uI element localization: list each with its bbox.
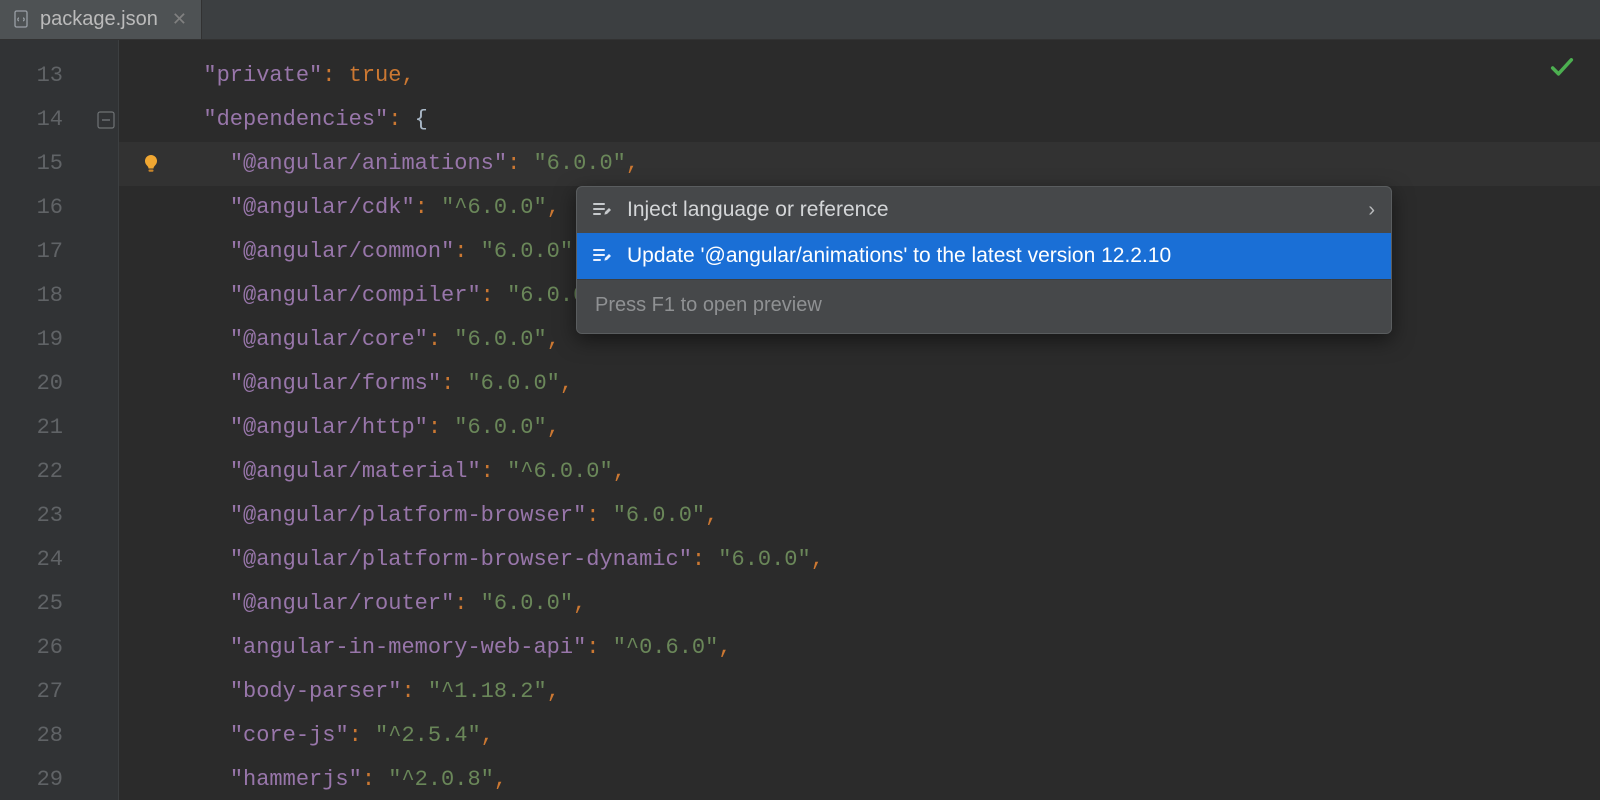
edit-intent-icon [591, 245, 613, 267]
line-number-gutter: 1314151617181920212223242526272829 [0, 40, 95, 800]
code-line[interactable]: "@angular/forms": "6.0.0", [119, 362, 1600, 406]
chevron-right-icon: › [1368, 199, 1375, 222]
line-number: 16 [0, 186, 95, 230]
code-line[interactable]: "core-js": "^2.5.4", [119, 714, 1600, 758]
code-line[interactable]: "hammerjs": "^2.0.8", [119, 758, 1600, 800]
code-line[interactable]: "@angular/animations": "6.0.0", [119, 142, 1600, 186]
code-line[interactable]: "@angular/material": "^6.0.0", [119, 450, 1600, 494]
line-number: 29 [0, 758, 95, 800]
intention-item-label: Update '@angular/animations' to the late… [627, 244, 1171, 268]
intention-popup: Inject language or reference › Update '@an… [576, 186, 1392, 334]
line-number: 23 [0, 494, 95, 538]
tab-filename: package.json [40, 8, 158, 31]
intention-bulb-icon[interactable] [139, 152, 163, 176]
fold-strip [95, 40, 119, 800]
code-line[interactable]: "@angular/router": "6.0.0", [119, 582, 1600, 626]
line-number: 22 [0, 450, 95, 494]
code-area[interactable]: "private": true, "dependencies": { "@ang… [119, 40, 1600, 800]
code-line[interactable]: "angular-in-memory-web-api": "^0.6.0", [119, 626, 1600, 670]
close-icon[interactable]: ✕ [172, 9, 187, 30]
editor: 1314151617181920212223242526272829 "priv… [0, 40, 1600, 800]
code-line[interactable]: "@angular/http": "6.0.0", [119, 406, 1600, 450]
intention-item[interactable]: Inject language or reference › [577, 187, 1391, 233]
code-line[interactable]: "@angular/platform-browser-dynamic": "6.… [119, 538, 1600, 582]
intention-item[interactable]: Update '@angular/animations' to the late… [577, 233, 1391, 279]
line-number: 17 [0, 230, 95, 274]
intention-item-label: Inject language or reference [627, 198, 889, 222]
line-number: 21 [0, 406, 95, 450]
line-number: 14 [0, 98, 95, 142]
line-number: 25 [0, 582, 95, 626]
line-number: 28 [0, 714, 95, 758]
edit-intent-icon [591, 199, 613, 221]
line-number: 24 [0, 538, 95, 582]
line-number: 13 [0, 54, 95, 98]
line-number: 20 [0, 362, 95, 406]
line-number: 15 [0, 142, 95, 186]
editor-tab[interactable]: package.json ✕ [0, 0, 202, 39]
code-line[interactable]: "dependencies": { [119, 98, 1600, 142]
line-number: 26 [0, 626, 95, 670]
code-line[interactable]: "body-parser": "^1.18.2", [119, 670, 1600, 714]
fold-toggle-icon[interactable] [97, 111, 115, 129]
tab-bar: package.json ✕ [0, 0, 1600, 40]
json-file-icon [12, 10, 32, 30]
line-number: 27 [0, 670, 95, 714]
line-number: 19 [0, 318, 95, 362]
popup-hint: Press F1 to open preview [577, 279, 1391, 333]
code-line[interactable]: "@angular/platform-browser": "6.0.0", [119, 494, 1600, 538]
line-number: 18 [0, 274, 95, 318]
code-line[interactable]: "private": true, [119, 54, 1600, 98]
